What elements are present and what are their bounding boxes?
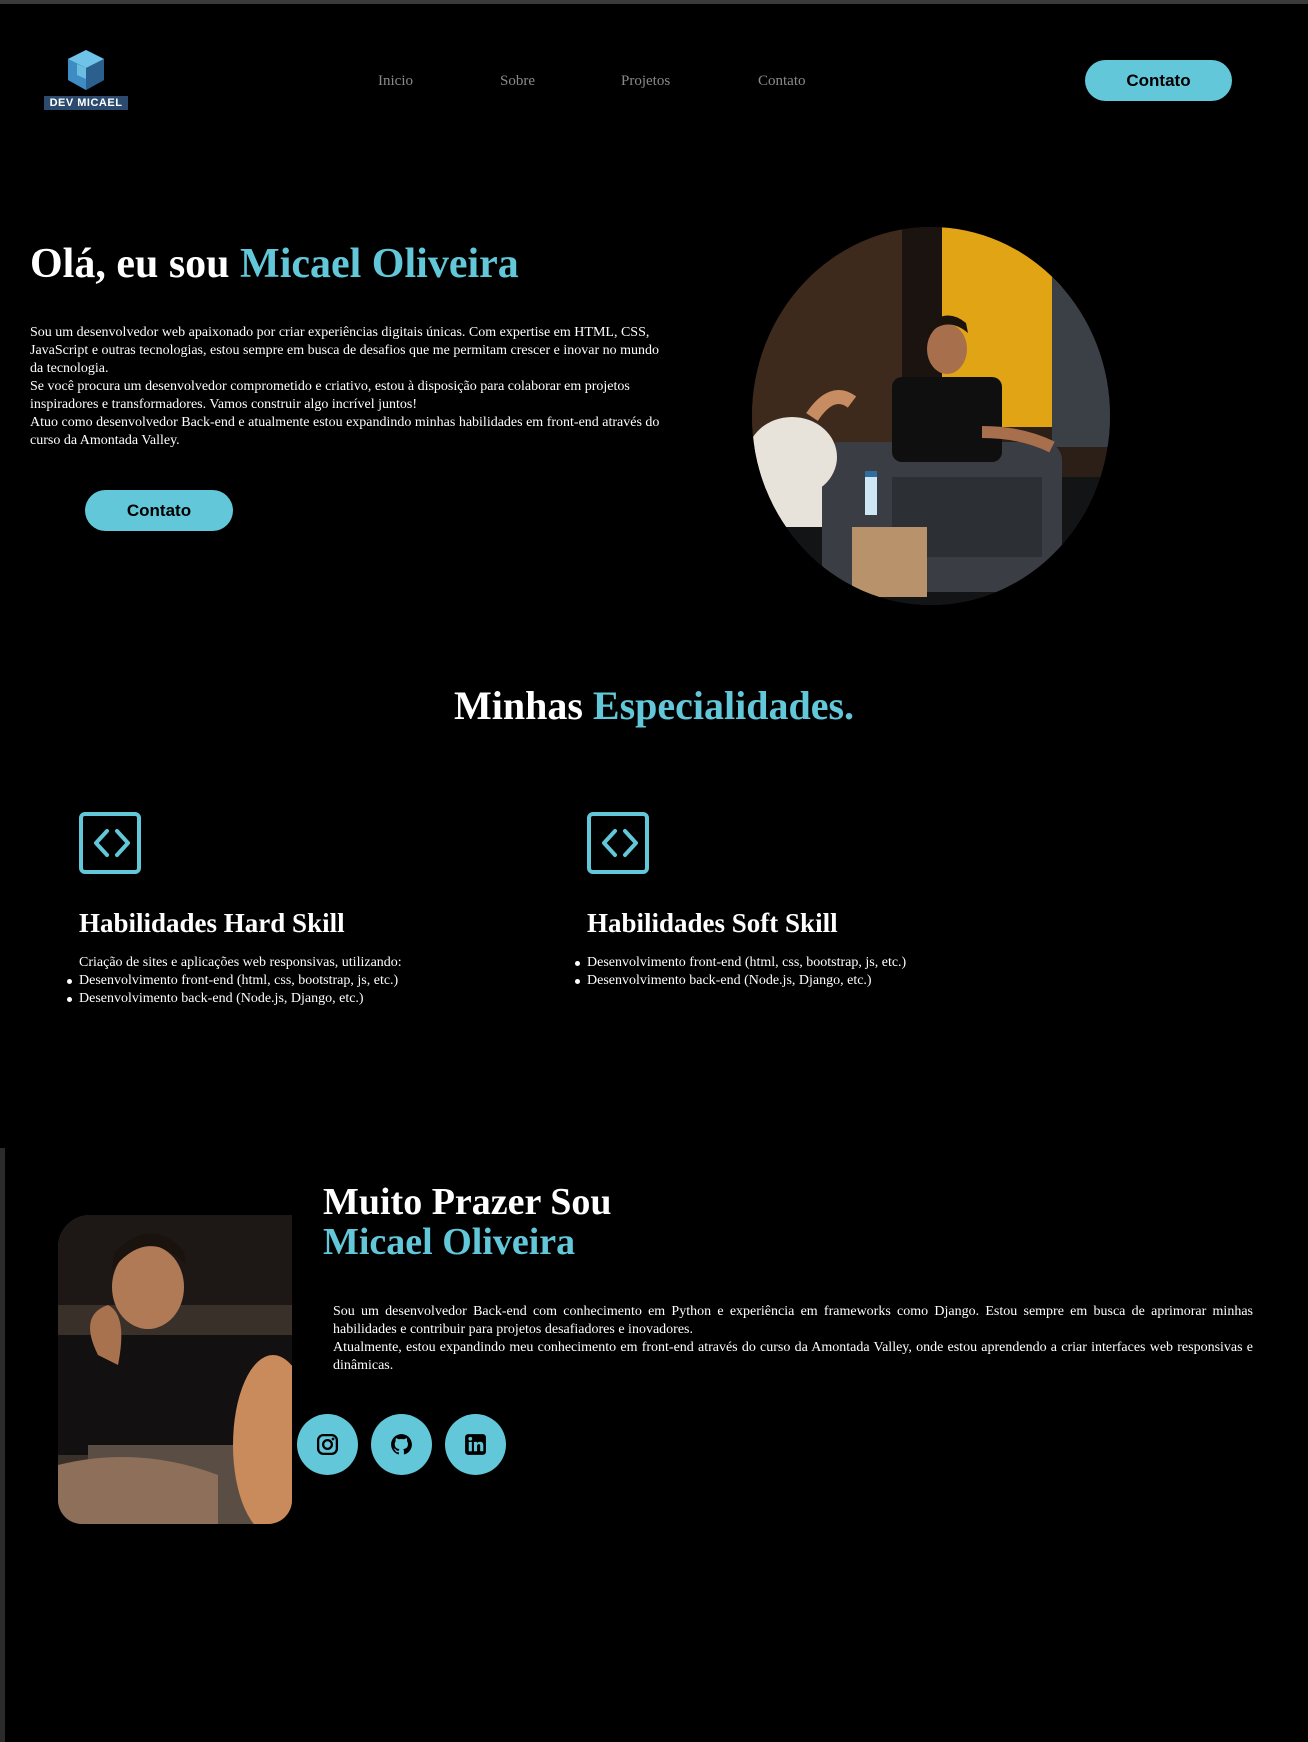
- about-paragraph: Sou um desenvolvedor Back-end com conhec…: [333, 1304, 1253, 1337]
- hero-description: Sou um desenvolvedor web apaixonado por …: [30, 324, 670, 450]
- speciality-list: Desenvolvimento front-end (html, css, bo…: [67, 972, 549, 1008]
- about-paragraph: Atualmente, estou expandindo meu conheci…: [333, 1340, 1253, 1373]
- github-icon: [391, 1434, 412, 1455]
- about-profile-photo: [58, 1215, 292, 1524]
- hero-profile-photo: [752, 227, 1110, 605]
- speciality-card-hard-skill: Habilidades Hard Skill Criação de sites …: [67, 812, 549, 1008]
- hero-title-name: Micael Oliveira: [240, 241, 519, 287]
- speciality-card-soft-skill: Habilidades Soft Skill Desenvolvimento f…: [575, 812, 1057, 990]
- code-icon: [79, 812, 141, 874]
- list-item: Desenvolvimento front-end (html, css, bo…: [67, 972, 549, 990]
- specialities-title-accent: Especialidades.: [592, 683, 855, 728]
- logo-text: DEV MICAEL: [44, 96, 128, 110]
- left-border: [0, 1148, 5, 1742]
- specialities-title: Minhas Especialidades.: [0, 681, 1308, 731]
- instagram-button[interactable]: [297, 1414, 358, 1475]
- linkedin-icon: [465, 1434, 486, 1455]
- list-item: Desenvolvimento back-end (Node.js, Djang…: [67, 990, 549, 1008]
- nav-link-inicio[interactable]: Inicio: [378, 71, 413, 91]
- linkedin-button[interactable]: [445, 1414, 506, 1475]
- speciality-card-intro: Criação de sites e aplicações web respon…: [79, 955, 402, 970]
- code-icon: [587, 812, 649, 874]
- nav-link-contato[interactable]: Contato: [758, 71, 806, 91]
- about-title-name: Micael Oliveira: [323, 1221, 576, 1263]
- speciality-list: Desenvolvimento front-end (html, css, bo…: [575, 954, 1057, 990]
- list-item: Desenvolvimento front-end (html, css, bo…: [575, 954, 1057, 972]
- speciality-card-title: Habilidades Soft Skill: [587, 908, 838, 938]
- top-border: [0, 0, 1308, 4]
- header-contact-button[interactable]: Contato: [1085, 60, 1232, 101]
- hero-paragraph: Sou um desenvolvedor web apaixonado por …: [30, 325, 660, 376]
- about-description: Sou um desenvolvedor Back-end com conhec…: [333, 1303, 1253, 1375]
- specialities-title-prefix: Minhas: [453, 683, 593, 728]
- hero-paragraph: Se você procura um desenvolvedor comprom…: [30, 379, 630, 412]
- hero-title-prefix: Olá, eu sou: [30, 241, 241, 287]
- instagram-icon: [316, 1433, 339, 1456]
- speciality-card-title: Habilidades Hard Skill: [79, 908, 345, 938]
- hero-contact-button[interactable]: Contato: [85, 490, 233, 531]
- nav-link-sobre[interactable]: Sobre: [500, 71, 535, 91]
- nav-link-projetos[interactable]: Projetos: [621, 71, 670, 91]
- profile-photo-illustration: [752, 227, 1110, 605]
- hero-paragraph: Atuo como desenvolvedor Back-end e atual…: [30, 415, 660, 448]
- about-photo-illustration: [58, 1215, 292, 1524]
- hero-title: Olá, eu sou Micael Oliveira: [30, 238, 519, 290]
- about-title: Muito Prazer Sou Micael Oliveira: [323, 1182, 611, 1262]
- about-title-line1: Muito Prazer Sou: [323, 1181, 612, 1223]
- github-button[interactable]: [371, 1414, 432, 1475]
- list-item: Desenvolvimento back-end (Node.js, Djang…: [575, 972, 1057, 990]
